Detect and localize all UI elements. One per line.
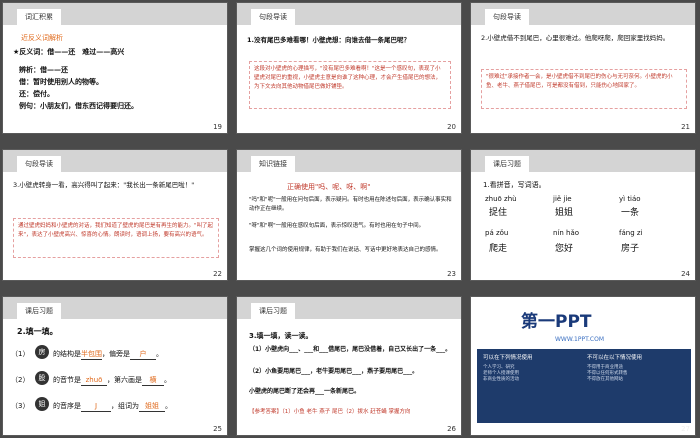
- slide-23[interactable]: 知识链接 正确使用"吗、呢、呀、啊" "吗"和"呢"一般用在问句后面，表示疑问。…: [236, 149, 462, 281]
- slide-title: 课后习题: [251, 303, 295, 319]
- instruction: 2.填一填。: [17, 327, 58, 336]
- question-3: 小壁虎的尾巴断了还会再___一条新尾巴。: [249, 388, 361, 395]
- slide-21[interactable]: 句段导读 2.小壁虎借不到尾巴，心里很难过。他爬呀爬，爬回家里找妈妈。 "很难过…: [470, 2, 696, 134]
- allowed-heading: 可以在下列情况使用: [483, 355, 533, 361]
- question-1: （1）小壁虎向___、___和___借尾巴，尾巴没借着，自己又长出了一条___。: [249, 346, 452, 353]
- question-2: （2）小鱼要用尾巴___，老牛要用尾巴___，燕子要用尾巴___。: [249, 368, 419, 375]
- answer-key: 【参考答案】（1）小鱼 老牛 燕子 尾巴（2）拨水 赶苍蝇 掌握方向: [249, 409, 411, 415]
- question: 2.小壁虎借不到尾巴，心里很难过。他爬呀爬，爬回家里找妈妈。: [481, 34, 670, 42]
- page-number: 20: [447, 123, 456, 131]
- word-2: 姐姐: [555, 208, 574, 218]
- slide-title: 句段导读: [251, 9, 295, 25]
- usage-panel: 可以在下列情况使用 不可以在以下情况使用 个人学习、研究 老师个人授课使用 非商…: [477, 349, 691, 423]
- word-6: 房子: [621, 244, 640, 254]
- paragraph-2: "呀"和"啊"一般用在感叹句后面，表示惊叹语气。有时也用在句子中间。: [249, 223, 425, 229]
- definition-borrow: 借：暂时使用别人的物等。: [19, 78, 103, 86]
- row-2-number: （2）: [11, 376, 30, 384]
- example-sentence: 例句：小朋友们，借东西记得要归还。: [19, 102, 138, 110]
- antonym-line: ★反义词：借——还 难过——高兴: [13, 48, 125, 56]
- word-3: 一条: [621, 208, 640, 218]
- subtitle: 近反义词解析: [21, 34, 63, 42]
- instruction: 3.填一填，读一读。: [249, 332, 313, 340]
- pinyin-5: nín hǎo: [553, 229, 580, 237]
- page-number: 19: [213, 123, 222, 131]
- question: 3.小壁虎转身一看，高兴得叫了起来："我长出一条新尾巴啦！": [13, 181, 195, 189]
- instruction: 1.看拼音，写词语。: [483, 181, 546, 189]
- row-1-number: （1）: [11, 350, 30, 358]
- analysis-note: 这段对小壁虎的心理描写，"没有尾巴多难看啊！"这是一个感叹句，表现了小壁虎对尾巴…: [249, 61, 451, 109]
- pinyin-1: zhuō zhù: [485, 195, 517, 203]
- page-number: 21: [681, 123, 690, 131]
- character-badge-icon: 房: [35, 345, 49, 359]
- definition-return: 还：偿付。: [19, 90, 54, 98]
- slide-title: 课后习题: [17, 303, 61, 319]
- site-url[interactable]: WWW.1PPT.COM: [555, 335, 604, 345]
- page-number: 24: [681, 270, 690, 278]
- slide-26[interactable]: 课后习题 3.填一填，读一读。 （1）小壁虎向___、___和___借尾巴，尾巴…: [236, 296, 462, 436]
- row-1-text: 的结构是半包围，偏旁是户。: [53, 350, 163, 360]
- word-4: 爬走: [489, 244, 508, 254]
- word-1: 捉住: [489, 208, 508, 218]
- slide-title: 课后习题: [485, 156, 529, 172]
- pinyin-6: fáng zi: [619, 229, 643, 237]
- slide-25[interactable]: 课后习题 2.填一填。 （1） 房 的结构是半包围，偏旁是户。 （2） 股 的音…: [2, 296, 228, 436]
- slide-title: 句段导读: [485, 9, 529, 25]
- row-3-text: 的音序是 J ，组词为 姐姐。: [53, 402, 172, 412]
- page-number: 22: [213, 270, 222, 278]
- logo-text: 第一PPT: [521, 312, 592, 332]
- forbidden-list: 不得用于商业用途 不得以任何形式转售 不得放在其他网站: [587, 365, 628, 382]
- slide-title: 句段导读: [17, 156, 61, 172]
- page-number: 23: [447, 270, 456, 278]
- row-2-text: 的音节是 zhuō ，第六画是横。: [53, 376, 171, 386]
- brand-logo: 第一PPT: [501, 311, 671, 333]
- character-badge-icon: 姐: [35, 397, 49, 411]
- paragraph-3: 掌握这几个词的使用规律，有助于我们在说话、写话中更好地表达自己的感情。: [249, 247, 442, 253]
- slide-20[interactable]: 句段导读 1.没有尾巴多难看哪！小壁虎想：向谁去借一条尾巴呢？ 这段对小壁虎的心…: [236, 2, 462, 134]
- character-badge-icon: 股: [35, 371, 49, 385]
- page-number: 26: [447, 425, 456, 433]
- pinyin-3: yì tiáo: [619, 195, 641, 203]
- slide-27[interactable]: 第一PPT WWW.1PPT.COM 可以在下列情况使用 不可以在以下情况使用 …: [470, 296, 696, 436]
- pinyin-2: jiě jie: [553, 195, 572, 203]
- heading: 正确使用"吗、呢、呀、啊": [287, 183, 371, 191]
- word-5: 您好: [555, 244, 574, 254]
- slide-title: 词汇积累: [17, 9, 61, 25]
- page-number: 25: [213, 425, 222, 433]
- slide-24[interactable]: 课后习题 1.看拼音，写词语。 zhuō zhù jiě jie yì tiáo…: [470, 149, 696, 281]
- slide-22[interactable]: 句段导读 3.小壁虎转身一看，高兴得叫了起来："我长出一条新尾巴啦！" 通过壁虎…: [2, 149, 228, 281]
- analysis-note: 通过壁虎妈妈和小壁虎的对话，我们知道了壁虎的尾巴是有再生的能力。"叫了起来"，表…: [13, 218, 219, 258]
- analysis-note: "很难过"承接作者一会，是小壁虎借不到尾巴的伤心与无可奈何。小壁虎的小鱼、老牛、…: [481, 69, 687, 109]
- row-3-number: （3）: [11, 402, 30, 410]
- forbidden-heading: 不可以在以下情况使用: [587, 355, 643, 361]
- pinyin-4: pá zǒu: [485, 229, 509, 237]
- allowed-list: 个人学习、研究 老师个人授课使用 非商业性质的活动: [483, 365, 519, 382]
- slide-19[interactable]: 词汇积累 近反义词解析 ★反义词：借——还 难过——高兴 辨析：借——还 借：暂…: [2, 2, 228, 134]
- slide-title: 知识链接: [251, 156, 295, 172]
- page-number: 27: [681, 425, 690, 433]
- question: 1.没有尾巴多难看哪！小壁虎想：向谁去借一条尾巴呢？: [247, 36, 410, 44]
- analysis-line: 辨析：借——还: [19, 66, 68, 74]
- paragraph-1: "吗"和"呢"一般用在问句后面，表示疑问。有时也用在陈述句后面，表示确认事实和动…: [249, 197, 452, 212]
